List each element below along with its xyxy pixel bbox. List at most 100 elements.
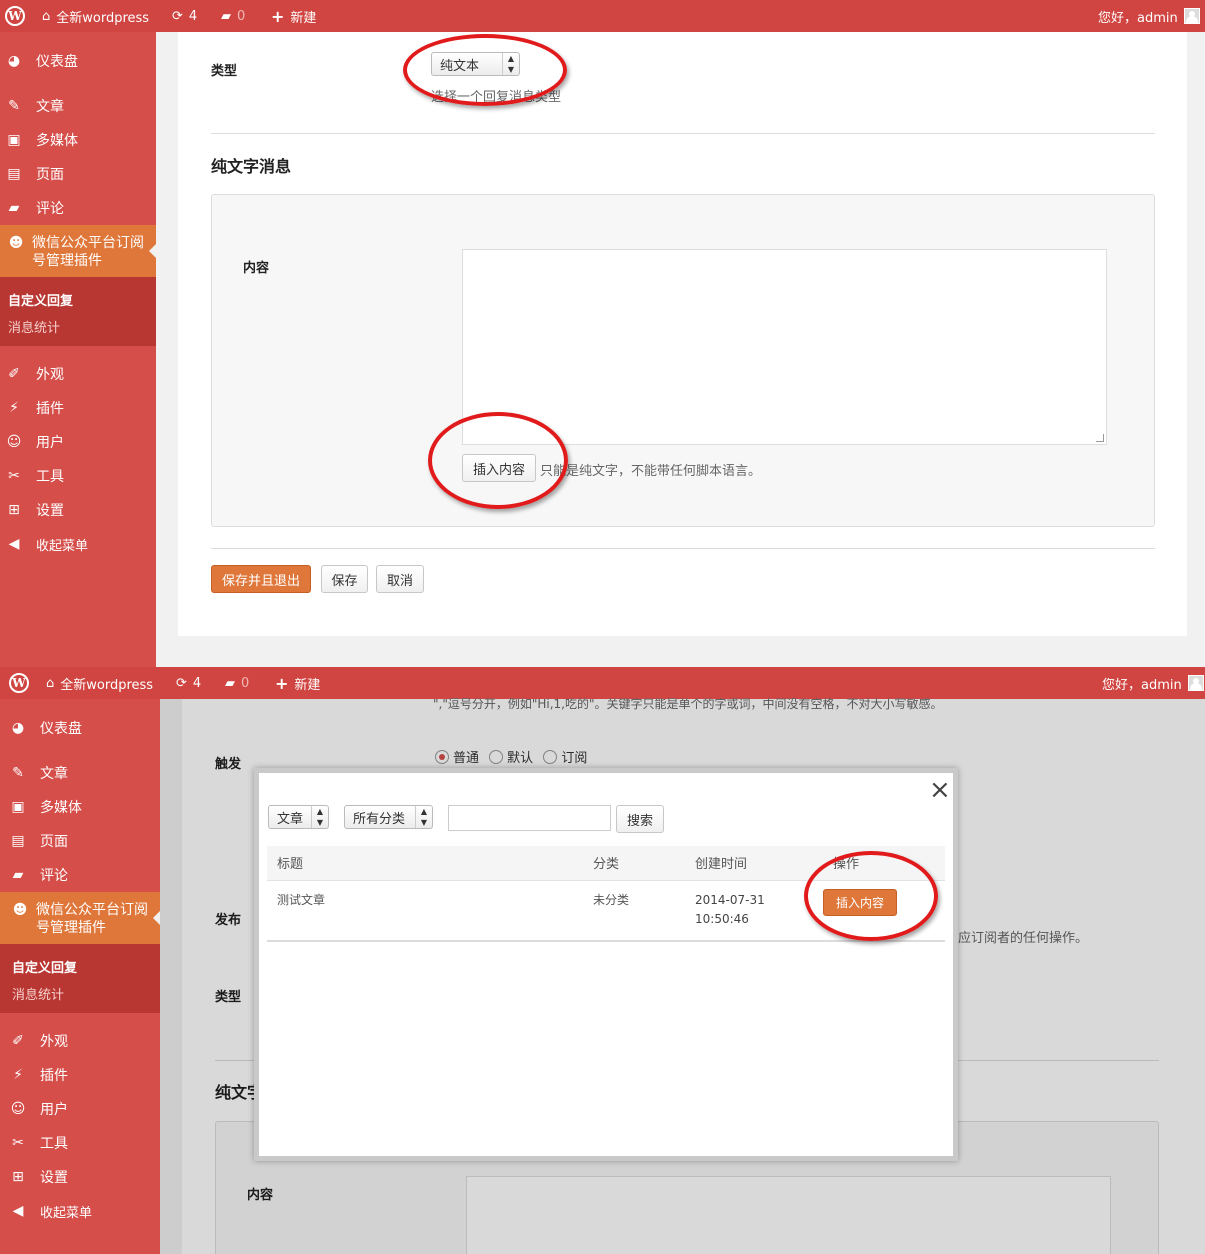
media-icon: ▣ xyxy=(11,799,25,815)
close-icon[interactable]: × xyxy=(929,777,951,803)
post-type-select[interactable]: 文章 ▲ ▼ xyxy=(268,805,329,829)
wrench-icon: ✂ xyxy=(12,1135,24,1151)
refresh-icon: ⟳ xyxy=(176,675,187,691)
sidebar-item-comments[interactable]: ▰ 评论 xyxy=(8,860,68,890)
save-exit-button[interactable]: 保存并且退出 xyxy=(211,565,311,593)
settings-icon: ⊞ xyxy=(12,1169,24,1185)
updates-count: 4 xyxy=(188,8,198,24)
annotation-circle xyxy=(804,851,938,941)
updates-link[interactable]: ⟳ 4 xyxy=(172,0,197,32)
comments-count: 0 xyxy=(237,8,246,24)
dashboard-icon: ◕ xyxy=(7,53,21,69)
comments-link[interactable]: ▰ 0 xyxy=(225,667,249,699)
sidebar-item-label: 号管理插件 xyxy=(36,920,106,936)
screenshot-top: W ⌂ 全新wordpress ⟳ 4 ▰ 0 + 新建 您好，admin ◕ 仪表盘 ✎… xyxy=(0,0,1205,667)
sidebar-item-label: 仪表盘 xyxy=(40,721,82,737)
sidebar-item-settings[interactable]: ⊞ 设置 xyxy=(4,495,64,525)
sidebar-item-pages[interactable]: ▤ 页面 xyxy=(4,159,64,189)
my-account-link[interactable]: 您好，admin xyxy=(1102,667,1204,699)
column-header: 标题 xyxy=(267,846,583,881)
pin-icon: ✎ xyxy=(12,765,24,781)
site-name-link[interactable]: ⌂ 全新wordpress xyxy=(42,0,149,32)
pin-icon: ✎ xyxy=(8,98,20,114)
submenu-message-stats[interactable]: 消息统计 xyxy=(12,984,64,1003)
sidebar-item-wechat-plugin[interactable]: ☻ 微信公众平台订阅 号管理插件 xyxy=(0,225,157,277)
sidebar-item-media[interactable]: ▣ 多媒体 xyxy=(8,792,82,822)
save-button[interactable]: 保存 xyxy=(321,565,368,593)
my-account-link[interactable]: 您好，admin xyxy=(1098,0,1200,32)
sidebar-item-posts[interactable]: ✎ 文章 xyxy=(8,758,68,788)
sidebar-item-label: 评论 xyxy=(40,868,68,884)
submenu-custom-reply[interactable]: 自定义回复 xyxy=(8,290,73,309)
sidebar-item-label: 评论 xyxy=(36,201,64,217)
wp-logo-menu[interactable]: W xyxy=(5,0,25,32)
sidebar-submenu: 自定义回复 消息统计 xyxy=(0,944,160,1013)
sidebar-item-plugins[interactable]: ⚡ 插件 xyxy=(4,393,64,423)
content-label: 内容 xyxy=(243,261,270,276)
sidebar-item-plugins[interactable]: ⚡ 插件 xyxy=(8,1060,68,1090)
submenu-custom-reply[interactable]: 自定义回复 xyxy=(12,957,77,976)
sidebar-item-dashboard[interactable]: ◕ 仪表盘 xyxy=(4,46,78,76)
submenu-message-stats[interactable]: 消息统计 xyxy=(8,317,60,336)
sidebar-item-label: 文章 xyxy=(36,99,64,115)
collapse-icon: ◀ xyxy=(8,536,20,552)
home-icon: ⌂ xyxy=(46,675,55,691)
search-button[interactable]: 搜索 xyxy=(616,805,664,833)
cat-icon: ☻ xyxy=(12,902,28,918)
site-name-link[interactable]: ⌂ 全新wordpress xyxy=(46,667,153,699)
new-content-link[interactable]: + 新建 xyxy=(275,667,320,699)
sidebar-item-settings[interactable]: ⊞ 设置 xyxy=(8,1162,68,1192)
plus-icon: + xyxy=(271,6,285,26)
sidebar-item-label: 页面 xyxy=(40,834,68,850)
brush-icon: ✐ xyxy=(12,1033,24,1049)
comment-icon: ▰ xyxy=(8,200,20,216)
post-category: 未分类 xyxy=(583,880,685,942)
updates-count: 4 xyxy=(192,675,202,691)
new-content-link[interactable]: + 新建 xyxy=(271,0,316,32)
sidebar-item-tools[interactable]: ✂ 工具 xyxy=(4,461,64,491)
insert-content-modal: × 文章 ▲ ▼ 所有分类 ▲ ▼ 搜索 标题 分类 创建时间 操作 测试文章 未分类 … xyxy=(254,768,958,1161)
admin-bar: W ⌂ 全新wordpress ⟳ 4 ▰ 0 + 新建 您好，admin xyxy=(0,0,1205,32)
comments-link[interactable]: ▰ 0 xyxy=(221,0,245,32)
wp-logo-menu[interactable]: W xyxy=(9,667,29,699)
sidebar-item-media[interactable]: ▣ 多媒体 xyxy=(4,125,78,155)
media-icon: ▣ xyxy=(7,132,21,148)
sidebar-item-tools[interactable]: ✂ 工具 xyxy=(8,1128,68,1158)
post-date-time: 10:50:46 xyxy=(695,911,749,926)
sidebar-item-wechat-plugin[interactable]: ☻ 微信公众平台订阅 号管理插件 xyxy=(0,892,161,944)
sidebar-item-comments[interactable]: ▰ 评论 xyxy=(4,193,64,223)
sidebar-item-label: 多媒体 xyxy=(40,800,82,816)
post-title: 测试文章 xyxy=(267,880,583,942)
type-label: 类型 xyxy=(211,64,238,79)
category-select[interactable]: 所有分类 ▲ ▼ xyxy=(344,805,433,829)
sidebar-item-dashboard[interactable]: ◕ 仪表盘 xyxy=(8,713,82,743)
comment-icon: ▰ xyxy=(12,867,24,883)
content-textarea[interactable] xyxy=(462,249,1107,445)
sidebar-collapse-menu[interactable]: ◀ 收起菜单 xyxy=(8,1196,92,1226)
divider xyxy=(211,133,1155,134)
text-message-box: 内容 插入内容 只能是纯文字，不能带任何脚本语言。 xyxy=(211,194,1155,527)
new-label: 新建 xyxy=(290,10,317,26)
column-header: 创建时间 xyxy=(685,846,823,881)
cancel-button[interactable]: 取消 xyxy=(376,565,424,593)
sidebar-item-label: 外观 xyxy=(40,1034,68,1050)
sidebar-item-appearance[interactable]: ✐ 外观 xyxy=(4,359,64,389)
greeting: 您好，admin xyxy=(1098,10,1178,26)
sidebar-collapse-menu[interactable]: ◀ 收起菜单 xyxy=(4,529,88,559)
avatar xyxy=(1183,8,1200,24)
select-arrows-icon: ▲ ▼ xyxy=(415,806,432,828)
updates-link[interactable]: ⟳ 4 xyxy=(176,667,201,699)
sidebar-item-pages[interactable]: ▤ 页面 xyxy=(8,826,68,856)
comment-bubble-icon: ▰ xyxy=(225,675,235,691)
admin-sidebar: ◕ 仪表盘 ✎ 文章 ▣ 多媒体 ▤ 页面 ▰ 评论 ☻ 微信公众平台订阅 号管理插件 自定义… xyxy=(0,699,161,1254)
sidebar-item-appearance[interactable]: ✐ 外观 xyxy=(8,1026,68,1056)
comment-bubble-icon: ▰ xyxy=(221,8,231,24)
sidebar-item-label: 微信公众平台订阅 xyxy=(36,902,148,918)
sidebar-item-users[interactable]: ☺ 用户 xyxy=(8,1094,68,1124)
sidebar-item-posts[interactable]: ✎ 文章 xyxy=(4,91,64,121)
sidebar-item-label: 页面 xyxy=(36,167,64,183)
site-name: 全新wordpress xyxy=(56,10,150,26)
search-input[interactable] xyxy=(448,805,611,831)
sidebar-item-users[interactable]: ☺ 用户 xyxy=(4,427,64,457)
page-icon: ▤ xyxy=(11,833,25,849)
